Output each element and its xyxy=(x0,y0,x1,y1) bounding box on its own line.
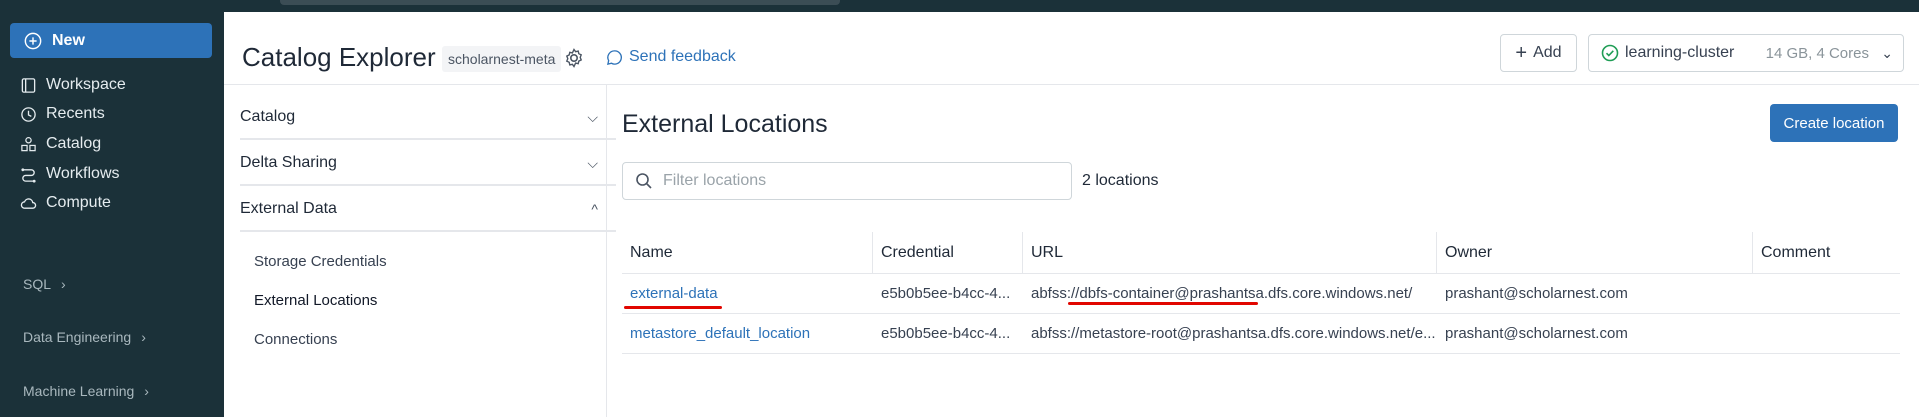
sidebar-item-recents[interactable]: Recents xyxy=(20,100,105,128)
annotation-underline xyxy=(624,306,722,309)
send-feedback-link[interactable]: Send feedback xyxy=(606,48,736,66)
table-header-row: Name Credential URL Owner Comment xyxy=(622,232,1900,274)
table-row[interactable]: metastore_default_location e5b0b5ee-b4cc… xyxy=(622,314,1900,354)
accordion-external-data[interactable]: External Data ^ xyxy=(240,188,616,232)
cluster-spec: 14 GB, 4 Cores xyxy=(1765,44,1869,62)
main-area: Catalog Explorer scholarnest-meta Send f… xyxy=(224,12,1919,417)
plus-circle-icon xyxy=(24,32,42,49)
comment-cell xyxy=(1753,314,1900,353)
chat-bubble-icon xyxy=(607,49,622,65)
sidebar-section-data-engineering[interactable]: Data Engineering › xyxy=(23,325,146,349)
comment-cell xyxy=(1753,274,1900,313)
new-button[interactable]: New xyxy=(10,23,212,58)
accordion-label: External Data xyxy=(240,200,337,217)
column-header-owner[interactable]: Owner xyxy=(1437,232,1753,273)
sidebar-section-label: Data Engineering xyxy=(23,329,132,345)
column-header-url[interactable]: URL xyxy=(1023,232,1437,273)
location-count: 2 locations xyxy=(1082,172,1159,189)
sidebar: New Workspace Recents Catalog Workflows … xyxy=(0,12,224,417)
add-button-label: Add xyxy=(1533,44,1562,61)
accordion-label: Catalog xyxy=(240,108,296,125)
page-title: Catalog Explorer xyxy=(242,42,436,72)
nav-external-locations[interactable]: External Locations xyxy=(254,287,377,313)
add-button[interactable]: + Add xyxy=(1500,34,1577,72)
plus-icon: + xyxy=(1515,42,1528,64)
sidebar-item-label: Compute xyxy=(46,194,111,211)
sidebar-section-sql[interactable]: SQL › xyxy=(23,272,66,296)
sidebar-item-label: Workspace xyxy=(46,76,126,93)
chevron-up-icon: ^ xyxy=(591,201,598,217)
nav-item-label: Storage Credentials xyxy=(254,252,387,270)
column-header-comment[interactable]: Comment xyxy=(1753,232,1900,273)
sidebar-item-label: Recents xyxy=(46,105,105,122)
url-cell: abfss://dbfs-container@prashantsa.dfs.co… xyxy=(1031,285,1413,302)
header-divider xyxy=(224,84,1919,85)
filter-input-wrapper[interactable] xyxy=(622,162,1072,200)
credential-cell: e5b0b5ee-b4cc-4... xyxy=(881,325,1011,342)
owner-cell: prashant@scholarnest.com xyxy=(1445,325,1628,342)
check-circle-icon xyxy=(1601,44,1619,62)
filter-locations-input[interactable] xyxy=(663,172,1063,190)
metastore-badge: scholarnest-meta xyxy=(442,46,562,72)
create-location-button[interactable]: Create location xyxy=(1770,104,1898,142)
column-header-credential[interactable]: Credential xyxy=(873,232,1023,273)
sidebar-section-label: SQL xyxy=(23,276,52,292)
sidebar-item-workspace[interactable]: Workspace xyxy=(20,71,126,99)
chevron-right-icon: › xyxy=(141,329,146,345)
panel-divider xyxy=(606,85,607,417)
workspace-icon xyxy=(21,77,36,93)
sidebar-section-machine-learning[interactable]: Machine Learning › xyxy=(23,379,149,403)
gear-icon[interactable] xyxy=(562,46,586,70)
sidebar-item-compute[interactable]: Compute xyxy=(20,189,111,217)
top-bar xyxy=(0,0,1919,12)
sidebar-section-label: Machine Learning xyxy=(23,383,135,399)
accordion-delta-sharing[interactable]: Delta Sharing ⌵ xyxy=(240,142,616,186)
owner-cell: prashant@scholarnest.com xyxy=(1445,285,1628,302)
catalog-icon xyxy=(21,136,36,151)
sidebar-item-catalog[interactable]: Catalog xyxy=(20,130,101,158)
accordion-label: Delta Sharing xyxy=(240,154,337,171)
chevron-right-icon: › xyxy=(61,276,66,292)
sidebar-item-label: Workflows xyxy=(46,165,120,182)
search-icon xyxy=(636,173,652,189)
clock-icon xyxy=(21,106,36,122)
section-title: External Locations xyxy=(622,110,828,138)
table-row[interactable]: external-data e5b0b5ee-b4cc-4... abfss:/… xyxy=(622,274,1900,314)
new-button-label: New xyxy=(52,31,85,49)
send-feedback-label: Send feedback xyxy=(629,48,736,65)
cluster-name: learning-cluster xyxy=(1625,44,1735,61)
nav-item-label: External Locations xyxy=(254,291,378,309)
sidebar-item-workflows[interactable]: Workflows xyxy=(20,160,120,188)
chevron-down-icon: ⌵ xyxy=(587,154,598,171)
accordion-catalog[interactable]: Catalog ⌵ xyxy=(240,96,616,140)
chevron-right-icon: › xyxy=(144,383,149,399)
cluster-selector[interactable]: learning-cluster 14 GB, 4 Cores ⌄ xyxy=(1588,34,1904,72)
chevron-down-icon: ⌵ xyxy=(587,108,598,125)
nav-item-label: Connections xyxy=(254,330,338,348)
locations-table: Name Credential URL Owner Comment extern… xyxy=(622,232,1900,354)
credential-cell: e5b0b5ee-b4cc-4... xyxy=(881,285,1011,302)
global-search-bar[interactable] xyxy=(280,0,840,5)
sidebar-item-label: Catalog xyxy=(46,135,102,152)
url-cell: abfss://metastore-root@prashantsa.dfs.co… xyxy=(1031,325,1436,342)
chevron-down-icon: ⌄ xyxy=(1881,44,1893,61)
cloud-icon xyxy=(20,197,37,209)
column-header-name[interactable]: Name xyxy=(622,232,873,273)
nav-connections[interactable]: Connections xyxy=(254,326,337,352)
annotation-underline xyxy=(1068,302,1258,305)
nav-storage-credentials[interactable]: Storage Credentials xyxy=(254,248,387,274)
workflows-icon xyxy=(21,167,36,183)
location-name-link[interactable]: metastore_default_location xyxy=(622,314,873,353)
